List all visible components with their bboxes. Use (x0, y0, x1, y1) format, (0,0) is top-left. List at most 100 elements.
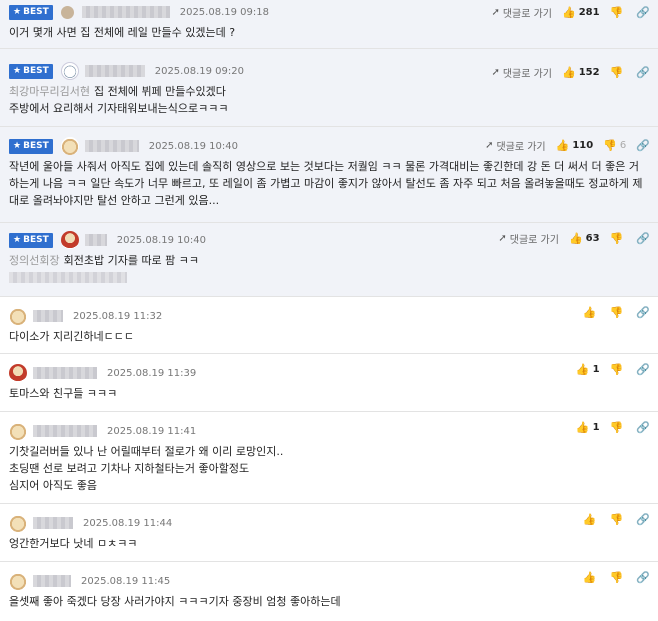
comment-header: 2025.08.19 11:44 (9, 511, 650, 535)
thumbs-up-icon: 👍 (555, 139, 570, 152)
like-button[interactable]: 👍 281 (562, 6, 600, 19)
link-icon[interactable]: 🔗 (636, 571, 650, 584)
comment-header: 2025.08.19 11:39 (9, 361, 650, 385)
best-badge: ★ BEST (9, 138, 53, 154)
link-icon[interactable]: 🔗 (636, 421, 650, 434)
dislike-button[interactable]: 👎 (610, 66, 627, 79)
like-button[interactable]: 👍 110 (556, 139, 594, 152)
reply-button[interactable]: ➚ 댓글로 가기 (491, 5, 552, 20)
comment-actions: ➚ 댓글로 가기 👍 110 👎 6 🔗 (485, 138, 650, 153)
dislike-button[interactable]: 👎 (610, 513, 627, 526)
comment-item: 2025.08.19 11:41 👍 1 👎 🔗 기찻길러버들 있나 난 어릴때부… (0, 412, 658, 504)
comment-list: ★ BEST 2025.08.19 09:18 ➚ 댓글로 가기 👍 281 👎 🔗 … (0, 0, 658, 621)
blurred-text (9, 272, 127, 283)
dislike-button[interactable]: 👎 6 (603, 139, 626, 152)
avatar[interactable] (9, 422, 27, 440)
thumbs-down-icon: 👎 (609, 421, 624, 434)
thumbs-down-icon: 👎 (609, 363, 624, 376)
comment-text: 기찻길러버들 있나 난 어릴때부터 절로가 왜 이리 로망인지.. 초딩땐 선로… (9, 445, 284, 492)
username-blurred[interactable] (33, 425, 97, 437)
comment-date: 2025.08.19 11:39 (107, 367, 197, 379)
avatar[interactable] (60, 62, 79, 80)
mention-username[interactable]: 최강마무리김서현 (9, 85, 90, 98)
blurred-line (9, 272, 650, 286)
comment-item: 2025.08.19 11:39 👍 1 👎 🔗 토마스와 친구들 ㅋㅋㅋ (0, 354, 658, 412)
thumbs-up-icon: 👍 (582, 306, 597, 319)
thumbs-up-icon: 👍 (568, 232, 583, 245)
username-blurred[interactable] (81, 6, 170, 18)
like-button[interactable]: 👍 152 (562, 66, 600, 79)
like-button[interactable]: 👍 63 (569, 232, 600, 245)
username-blurred[interactable] (84, 140, 139, 152)
dislike-button[interactable]: 👎 (610, 6, 627, 19)
link-icon[interactable]: 🔗 (636, 363, 650, 376)
username-blurred[interactable] (33, 517, 73, 529)
thumbs-up-icon: 👍 (582, 571, 597, 584)
like-button[interactable]: 👍 (583, 571, 600, 584)
like-count: 63 (585, 233, 600, 244)
dislike-button[interactable]: 👎 (610, 232, 627, 245)
avatar[interactable] (9, 514, 27, 532)
dislike-button[interactable]: 👎 (610, 421, 627, 434)
thumbs-down-icon: 👎 (609, 66, 624, 79)
reply-arrow-icon: ➚ (491, 67, 500, 78)
dislike-count: 6 (619, 140, 627, 151)
avatar[interactable] (60, 137, 79, 155)
like-button[interactable]: 👍 (583, 513, 600, 526)
like-button[interactable]: 👍 1 (576, 363, 600, 376)
thumbs-down-icon: 👎 (609, 6, 624, 19)
star-icon: ★ (13, 6, 22, 17)
thumbs-up-icon: 👍 (562, 6, 576, 19)
link-icon[interactable]: 🔗 (636, 513, 650, 526)
like-count: 281 (578, 7, 600, 18)
reply-arrow-icon: ➚ (491, 7, 500, 18)
best-badge: ★ BEST (9, 63, 53, 79)
comment-item: ★ BEST 2025.08.19 09:18 ➚ 댓글로 가기 👍 281 👎 🔗 … (0, 0, 658, 49)
link-icon[interactable]: 🔗 (636, 306, 650, 319)
avatar[interactable] (9, 364, 27, 382)
like-button[interactable]: 👍 1 (576, 421, 600, 434)
comment-date: 2025.08.19 11:41 (107, 425, 197, 437)
like-count: 152 (578, 67, 600, 78)
comment-text: 엉간한거보다 낫네 ㅁㅊㅋㅋ (9, 537, 138, 550)
username-blurred[interactable] (84, 234, 107, 246)
comment-item: ★ BEST 2025.08.19 10:40 ➚ 댓글로 가기 👍 63 👎 🔗 정… (0, 223, 658, 297)
link-icon[interactable]: 🔗 (636, 232, 650, 245)
avatar[interactable] (9, 572, 27, 590)
mention-username[interactable]: 정의선회장 (9, 254, 60, 267)
link-icon[interactable]: 🔗 (636, 139, 650, 152)
thumbs-up-icon: 👍 (582, 513, 597, 526)
avatar[interactable] (60, 231, 79, 249)
thumbs-down-icon: 👎 (603, 139, 617, 152)
comment-actions: 👍 1 👎 🔗 (576, 421, 650, 434)
reply-arrow-icon: ➚ (485, 140, 494, 151)
best-badge: ★ BEST (9, 232, 53, 248)
username-blurred[interactable] (33, 310, 63, 322)
username-blurred[interactable] (84, 65, 145, 77)
comment-actions: ➚ 댓글로 가기 👍 152 👎 🔗 (491, 65, 650, 80)
avatar[interactable] (9, 307, 27, 325)
thumbs-up-icon: 👍 (562, 66, 576, 79)
username-blurred[interactable] (33, 575, 71, 587)
avatar[interactable] (60, 5, 74, 19)
reply-button[interactable]: ➚ 댓글로 가기 (485, 138, 546, 153)
best-badge: ★ BEST (9, 4, 53, 20)
link-icon[interactable]: 🔗 (636, 66, 650, 79)
comment-date: 2025.08.19 11:45 (81, 575, 171, 587)
dislike-button[interactable]: 👎 (610, 571, 627, 584)
comment-item: ★ BEST 2025.08.19 10:40 ➚ 댓글로 가기 👍 110 👎 6 🔗… (0, 127, 658, 223)
comment-date: 2025.08.19 11:32 (73, 310, 163, 322)
comment-header: 2025.08.19 11:32 (9, 304, 650, 328)
like-button[interactable]: 👍 (583, 306, 600, 319)
reply-button[interactable]: ➚ 댓글로 가기 (491, 65, 552, 80)
link-icon[interactable]: 🔗 (636, 6, 650, 19)
dislike-button[interactable]: 👎 (610, 363, 627, 376)
comment-text: 이거 몇개 사면 집 전체에 레일 만들수 있겠는데 ? (9, 26, 236, 39)
comment-actions: ➚ 댓글로 가기 👍 281 👎 🔗 (491, 5, 650, 20)
reply-button[interactable]: ➚ 댓글로 가기 (498, 231, 559, 246)
comment-item: 2025.08.19 11:32 👍 👎 🔗 다이소가 지리긴하네ㄷㄷㄷ (0, 297, 658, 354)
dislike-button[interactable]: 👎 (610, 306, 627, 319)
username-blurred[interactable] (33, 367, 97, 379)
comment-text: 정의선회장 회전초밥 기자를 따로 팜 ㅋㅋ (9, 254, 200, 267)
comment-actions: 👍 👎 🔗 (583, 306, 650, 319)
